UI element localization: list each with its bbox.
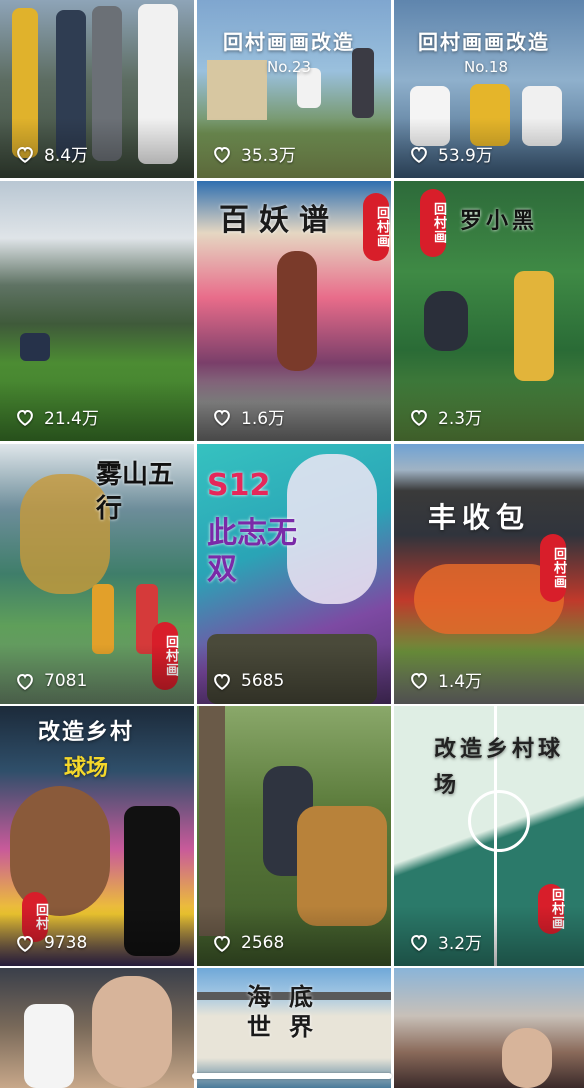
home-indicator[interactable] xyxy=(192,1073,392,1079)
channel-stamp: 回村画 xyxy=(363,193,389,261)
video-tile-2[interactable]: 回村画画改造 No.23 35.3万 xyxy=(197,0,391,178)
like-count: 21.4万 xyxy=(14,404,99,429)
video-tile-9[interactable]: 丰收包 回村画 1.4万 xyxy=(394,444,584,704)
like-count-label: 2.3万 xyxy=(438,409,483,429)
like-count-label: 1.6万 xyxy=(241,409,286,429)
like-count-label: 5685 xyxy=(241,671,285,691)
like-count-label: 1.4万 xyxy=(438,672,483,692)
video-tile-4[interactable]: 21.4万 xyxy=(0,181,194,441)
like-count: 8.4万 xyxy=(14,141,88,166)
video-tile-5[interactable]: 百妖谱 回村画 1.6万 xyxy=(197,181,391,441)
like-count: 9738 xyxy=(14,932,87,954)
video-tile-1[interactable]: 8.4万 xyxy=(0,0,194,178)
video-tile-10[interactable]: 改造乡村 球场 回村 9738 xyxy=(0,706,194,966)
like-count-label: 2568 xyxy=(241,933,285,953)
video-tile-13[interactable] xyxy=(0,968,194,1088)
video-tile-3[interactable]: 回村画画改造 No.18 53.9万 xyxy=(394,0,584,178)
video-title: 罗小黑 xyxy=(460,209,539,234)
heart-outline-icon xyxy=(17,674,33,690)
video-title: 改造乡村球场 xyxy=(434,737,565,798)
like-count-label: 35.3万 xyxy=(241,146,296,166)
like-count: 53.9万 xyxy=(408,141,493,166)
video-subtitle: No.18 xyxy=(464,58,508,76)
heart-outline-icon xyxy=(411,146,427,163)
video-tile-15[interactable] xyxy=(394,968,584,1088)
heart-outline-icon xyxy=(411,409,427,426)
like-count: 7081 xyxy=(14,670,87,692)
video-tile-14[interactable]: 海底世界 xyxy=(197,968,391,1088)
heart-outline-icon xyxy=(214,936,230,952)
video-subtitle: 球场 xyxy=(64,756,109,781)
video-thumbnail xyxy=(0,968,194,1088)
like-count: 1.4万 xyxy=(408,667,482,692)
video-tile-8[interactable]: S12 此志无双 5685 xyxy=(197,444,391,704)
video-title: 百妖谱 xyxy=(219,203,339,238)
video-title: 回村画画改造 xyxy=(223,30,355,54)
like-count-label: 3.2万 xyxy=(438,934,483,954)
heart-outline-icon xyxy=(17,409,33,426)
like-count: 35.3万 xyxy=(211,141,296,166)
video-subtitle: 此志无双 xyxy=(207,516,297,587)
video-thumbnail xyxy=(394,968,584,1088)
video-tile-7[interactable]: 雾山五行 回村画 7081 xyxy=(0,444,194,704)
heart-outline-icon xyxy=(411,934,427,951)
heart-outline-icon xyxy=(17,936,33,952)
heart-outline-icon xyxy=(411,672,427,689)
heart-outline-icon xyxy=(214,674,230,690)
like-count-label: 21.4万 xyxy=(44,409,99,429)
like-count: 2568 xyxy=(211,932,284,954)
heart-outline-icon xyxy=(214,409,230,426)
like-count-label: 8.4万 xyxy=(44,146,89,166)
like-count: 2.3万 xyxy=(408,404,482,429)
heart-outline-icon xyxy=(17,146,33,163)
like-count-label: 9738 xyxy=(44,933,88,953)
video-tile-6[interactable]: 回村画 罗小黑 2.3万 xyxy=(394,181,584,441)
like-count-label: 7081 xyxy=(44,671,88,691)
video-title: 改造乡村 xyxy=(38,720,135,745)
video-title: 回村画画改造 xyxy=(418,30,550,54)
video-title: 丰收包 xyxy=(428,501,531,534)
video-grid: 8.4万 回村画画改造 No.23 35.3万 回村画画改造 No.18 53.… xyxy=(0,0,584,1088)
like-count: 5685 xyxy=(211,670,284,692)
channel-stamp: 回村画 xyxy=(540,534,566,602)
video-title: S12 xyxy=(207,468,271,503)
like-count: 3.2万 xyxy=(408,929,482,954)
like-count: 1.6万 xyxy=(211,404,285,429)
video-tile-12[interactable]: 改造乡村球场 回村画 3.2万 xyxy=(394,706,584,966)
like-count-label: 53.9万 xyxy=(438,146,493,166)
channel-stamp: 回村画 xyxy=(420,189,446,257)
video-title: 海底世界 xyxy=(247,983,331,1041)
video-title: 雾山五行 xyxy=(96,460,175,524)
video-tile-11[interactable]: 2568 xyxy=(197,706,391,966)
video-subtitle: No.23 xyxy=(267,58,311,76)
heart-outline-icon xyxy=(214,146,230,163)
